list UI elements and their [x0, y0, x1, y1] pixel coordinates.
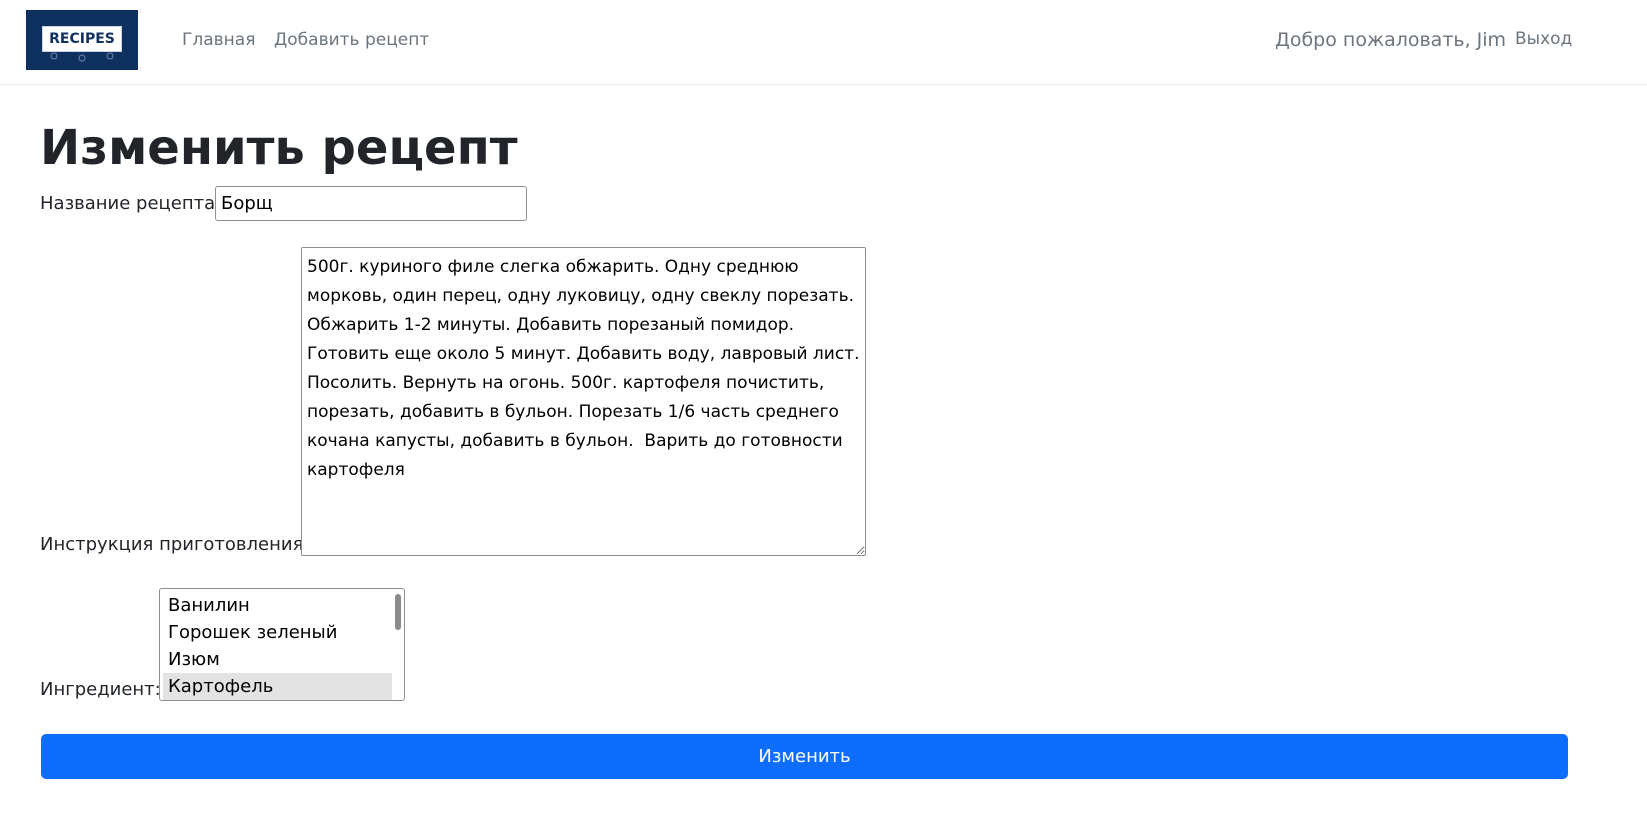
- brand-logo-text: RECIPES: [49, 31, 115, 47]
- ingredient-scrollbar[interactable]: [394, 592, 402, 697]
- recipe-name-input[interactable]: [215, 186, 527, 221]
- page-title: Изменить рецепт: [40, 120, 518, 176]
- instructions-textarea[interactable]: 500г. куриного филе слегка обжарить. Одн…: [301, 247, 866, 556]
- welcome-text: Добро пожаловать, Jim: [1275, 29, 1507, 51]
- ingredient-label: Ингредиент:: [40, 679, 161, 700]
- ingredient-option-selected[interactable]: Картофель: [163, 673, 392, 700]
- logo-pattern-icon: [50, 52, 114, 62]
- logout-link[interactable]: Выход: [1515, 27, 1572, 51]
- nav-link-home[interactable]: Главная: [182, 28, 255, 52]
- ingredient-select[interactable]: Ванилин Горошек зеленый Изюм Картофель: [159, 588, 405, 701]
- brand-logo[interactable]: RECIPES: [26, 10, 138, 70]
- instructions-label: Инструкция приготовления:: [40, 534, 310, 555]
- ingredient-option[interactable]: Ванилин: [163, 592, 392, 619]
- ingredient-option[interactable]: Изюм: [163, 646, 392, 673]
- nav-link-add-recipe[interactable]: Добавить рецепт: [274, 28, 429, 52]
- recipe-name-label: Название рецепта:: [40, 193, 222, 214]
- brand-logo-badge: RECIPES: [42, 26, 122, 52]
- ingredient-option[interactable]: Горошек зеленый: [163, 619, 392, 646]
- submit-button[interactable]: Изменить: [41, 734, 1568, 779]
- scrollbar-thumb[interactable]: [395, 594, 401, 630]
- navbar: RECIPES Главная Добавить рецепт Добро по…: [0, 0, 1647, 85]
